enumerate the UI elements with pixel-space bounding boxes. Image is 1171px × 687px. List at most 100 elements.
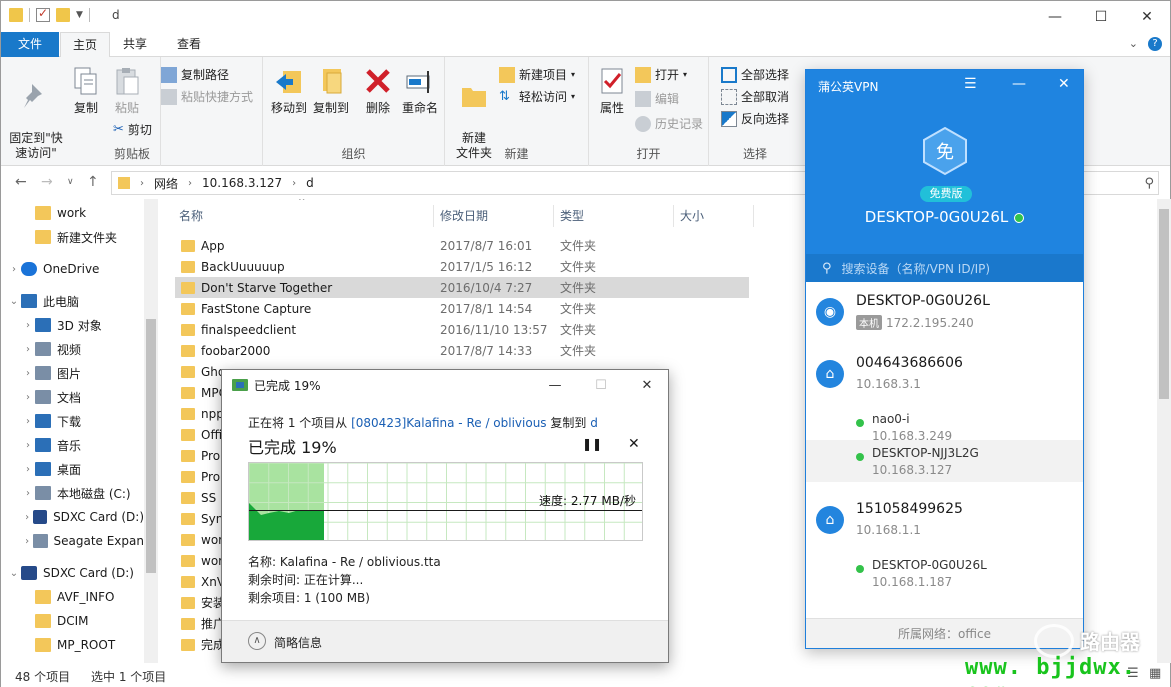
nav-scrollbar-thumb[interactable] xyxy=(146,319,156,573)
file-list-scrollbar-thumb[interactable] xyxy=(1159,209,1169,399)
column-header-date[interactable]: 修改日期 xyxy=(440,199,488,233)
copy-button[interactable]: 复制 xyxy=(67,65,105,116)
nav-item[interactable]: ⌄ 此电脑 xyxy=(1,289,144,313)
file-row[interactable]: Don't Starve Together 2016/10/4 7:27 文件夹 xyxy=(175,277,749,298)
nav-item[interactable]: › 本地磁盘 (C:) xyxy=(1,481,144,505)
help-icon[interactable]: ? xyxy=(1148,37,1162,51)
chevron-right-icon[interactable]: › xyxy=(188,178,192,189)
device-group[interactable]: ◉ DESKTOP-0G0U26L 本机 172.2.195.240 xyxy=(806,282,1083,342)
chevron-right-icon[interactable]: › xyxy=(7,264,21,275)
vpn-close-button[interactable]: ✕ xyxy=(1058,76,1070,92)
chevron-down-icon[interactable]: ⌄ xyxy=(7,296,21,307)
nav-item[interactable]: DCIM xyxy=(1,609,144,633)
chevron-right-icon[interactable]: › xyxy=(21,368,35,379)
menu-icon[interactable]: ☰ xyxy=(964,76,977,92)
properties-icon[interactable] xyxy=(36,6,50,22)
tab-file[interactable]: 文件 xyxy=(1,32,59,57)
sub-device-row[interactable]: DESKTOP-NJJ3L2G 10.168.3.127 xyxy=(806,440,1083,482)
nav-item[interactable]: › Seagate Expan xyxy=(1,529,144,553)
chevron-right-icon[interactable]: › xyxy=(21,488,35,499)
open-button[interactable]: 打开 ▾ xyxy=(635,66,687,83)
select-none-button[interactable]: 全部取消 xyxy=(721,88,789,105)
nav-item[interactable]: › 下载 xyxy=(1,409,144,433)
file-row[interactable]: finalspeedclient 2016/11/10 13:57 文件夹 xyxy=(175,319,749,340)
pause-button[interactable]: ❚❚ xyxy=(582,437,602,451)
source-link[interactable]: [080423]Kalafina - Re / oblivious xyxy=(351,416,546,430)
nav-item[interactable]: MP_ROOT xyxy=(1,633,144,657)
less-details-button[interactable]: 简略信息 xyxy=(274,634,322,651)
nav-item[interactable]: › SDXC Card (D:) xyxy=(1,505,144,529)
new-folder-icon[interactable] xyxy=(56,8,70,22)
copy-to-button[interactable]: 复制到 xyxy=(309,65,353,116)
breadcrumb-network[interactable]: 网络 xyxy=(154,175,178,192)
paste-button[interactable]: 粘贴 xyxy=(107,65,147,116)
nav-item[interactable]: › OneDrive xyxy=(1,257,144,281)
chevron-right-icon[interactable]: › xyxy=(21,512,33,523)
nav-item[interactable]: 新建文件夹 xyxy=(1,225,144,249)
move-to-button[interactable]: 移动到 xyxy=(267,65,311,116)
close-button[interactable]: ✕ xyxy=(1124,1,1170,32)
maximize-button[interactable]: ☐ xyxy=(1078,1,1124,32)
collapse-ribbon-icon[interactable]: ⌄ xyxy=(1129,37,1138,51)
dialog-maximize-button[interactable]: ☐ xyxy=(578,370,624,400)
chevron-right-icon[interactable]: › xyxy=(21,392,35,403)
device-search-input[interactable]: ⚲ 搜索设备（名称/VPN ID/IP) xyxy=(806,254,1083,282)
file-list-scrollbar[interactable] xyxy=(1157,199,1171,663)
nav-item[interactable]: › 图片 xyxy=(1,361,144,385)
chevron-down-icon[interactable]: ⌄ xyxy=(7,568,21,579)
select-all-button[interactable]: 全部选择 xyxy=(721,66,789,83)
chevron-right-icon[interactable]: › xyxy=(21,464,35,475)
dialog-minimize-button[interactable]: — xyxy=(532,370,578,400)
column-header-name[interactable]: 名称 xyxy=(179,199,203,233)
tab-share[interactable]: 共享 xyxy=(111,32,159,57)
nav-item[interactable]: › 文档 xyxy=(1,385,144,409)
sub-device-row[interactable]: DESKTOP-0G0U26L 10.168.1.187 xyxy=(806,552,1083,594)
minimize-button[interactable]: — xyxy=(1032,1,1078,32)
nav-item[interactable]: work xyxy=(1,201,144,225)
column-header-type[interactable]: 类型 xyxy=(560,199,584,233)
column-header-size[interactable]: 大小 xyxy=(680,199,704,233)
nav-item[interactable]: › 3D 对象 xyxy=(1,313,144,337)
dialog-close-button[interactable]: ✕ xyxy=(624,370,670,400)
edit-button[interactable]: 编辑 xyxy=(635,90,679,107)
nav-item[interactable]: › 视频 xyxy=(1,337,144,361)
breadcrumb-host[interactable]: 10.168.3.127 xyxy=(202,176,282,190)
column-divider[interactable] xyxy=(753,205,754,227)
rename-button[interactable]: 重命名 xyxy=(399,65,441,116)
device-group[interactable]: ⌂ 151058499625 10.168.1.1 xyxy=(806,490,1083,550)
chevron-right-icon[interactable]: › xyxy=(292,178,296,189)
tab-view[interactable]: 查看 xyxy=(165,32,213,57)
cut-button[interactable]: ✂ 剪切 xyxy=(113,121,152,138)
file-row[interactable]: BackUuuuuup 2017/1/5 16:12 文件夹 xyxy=(175,256,749,277)
back-icon[interactable]: ← xyxy=(15,174,27,190)
nav-item[interactable]: AVF_INFO xyxy=(1,585,144,609)
up-icon[interactable]: ↑ xyxy=(87,174,99,190)
column-divider[interactable] xyxy=(433,205,434,227)
easy-access-button[interactable]: ⇅ 轻松访问 ▾ xyxy=(499,88,575,105)
device-group[interactable]: ⌂ 004643686606 10.168.3.1 xyxy=(806,344,1083,404)
customize-qat-icon[interactable]: ▼ xyxy=(76,10,83,20)
column-divider[interactable] xyxy=(673,205,674,227)
chevron-right-icon[interactable]: › xyxy=(21,320,35,331)
tab-home[interactable]: 主页 xyxy=(60,32,111,58)
nav-scrollbar[interactable] xyxy=(144,199,158,663)
chevron-right-icon[interactable]: › xyxy=(140,178,144,189)
chevron-up-icon[interactable]: ∧ xyxy=(248,632,266,650)
chevron-right-icon[interactable]: › xyxy=(21,440,35,451)
forward-icon[interactable]: → xyxy=(41,174,53,190)
history-button[interactable]: 历史记录 xyxy=(635,115,703,132)
invert-selection-button[interactable]: 反向选择 xyxy=(721,110,789,127)
search-icon[interactable]: ⚲ xyxy=(1144,176,1154,191)
cancel-copy-button[interactable]: ✕ xyxy=(628,436,640,452)
nav-item[interactable]: › 音乐 xyxy=(1,433,144,457)
chevron-right-icon[interactable]: › xyxy=(21,344,35,355)
column-divider[interactable] xyxy=(553,205,554,227)
file-row[interactable]: foobar2000 2017/8/7 14:33 文件夹 xyxy=(175,340,749,361)
breadcrumb-folder[interactable]: d xyxy=(306,176,314,190)
new-item-button[interactable]: 新建项目 ▾ xyxy=(499,66,575,83)
chevron-right-icon[interactable]: › xyxy=(21,536,33,547)
nav-item[interactable]: ⌄ SDXC Card (D:) xyxy=(1,561,144,585)
chevron-right-icon[interactable]: › xyxy=(21,416,35,427)
file-row[interactable]: FastStone Capture 2017/8/1 14:54 文件夹 xyxy=(175,298,749,319)
file-row[interactable]: App 2017/8/7 16:01 文件夹 xyxy=(175,235,749,256)
